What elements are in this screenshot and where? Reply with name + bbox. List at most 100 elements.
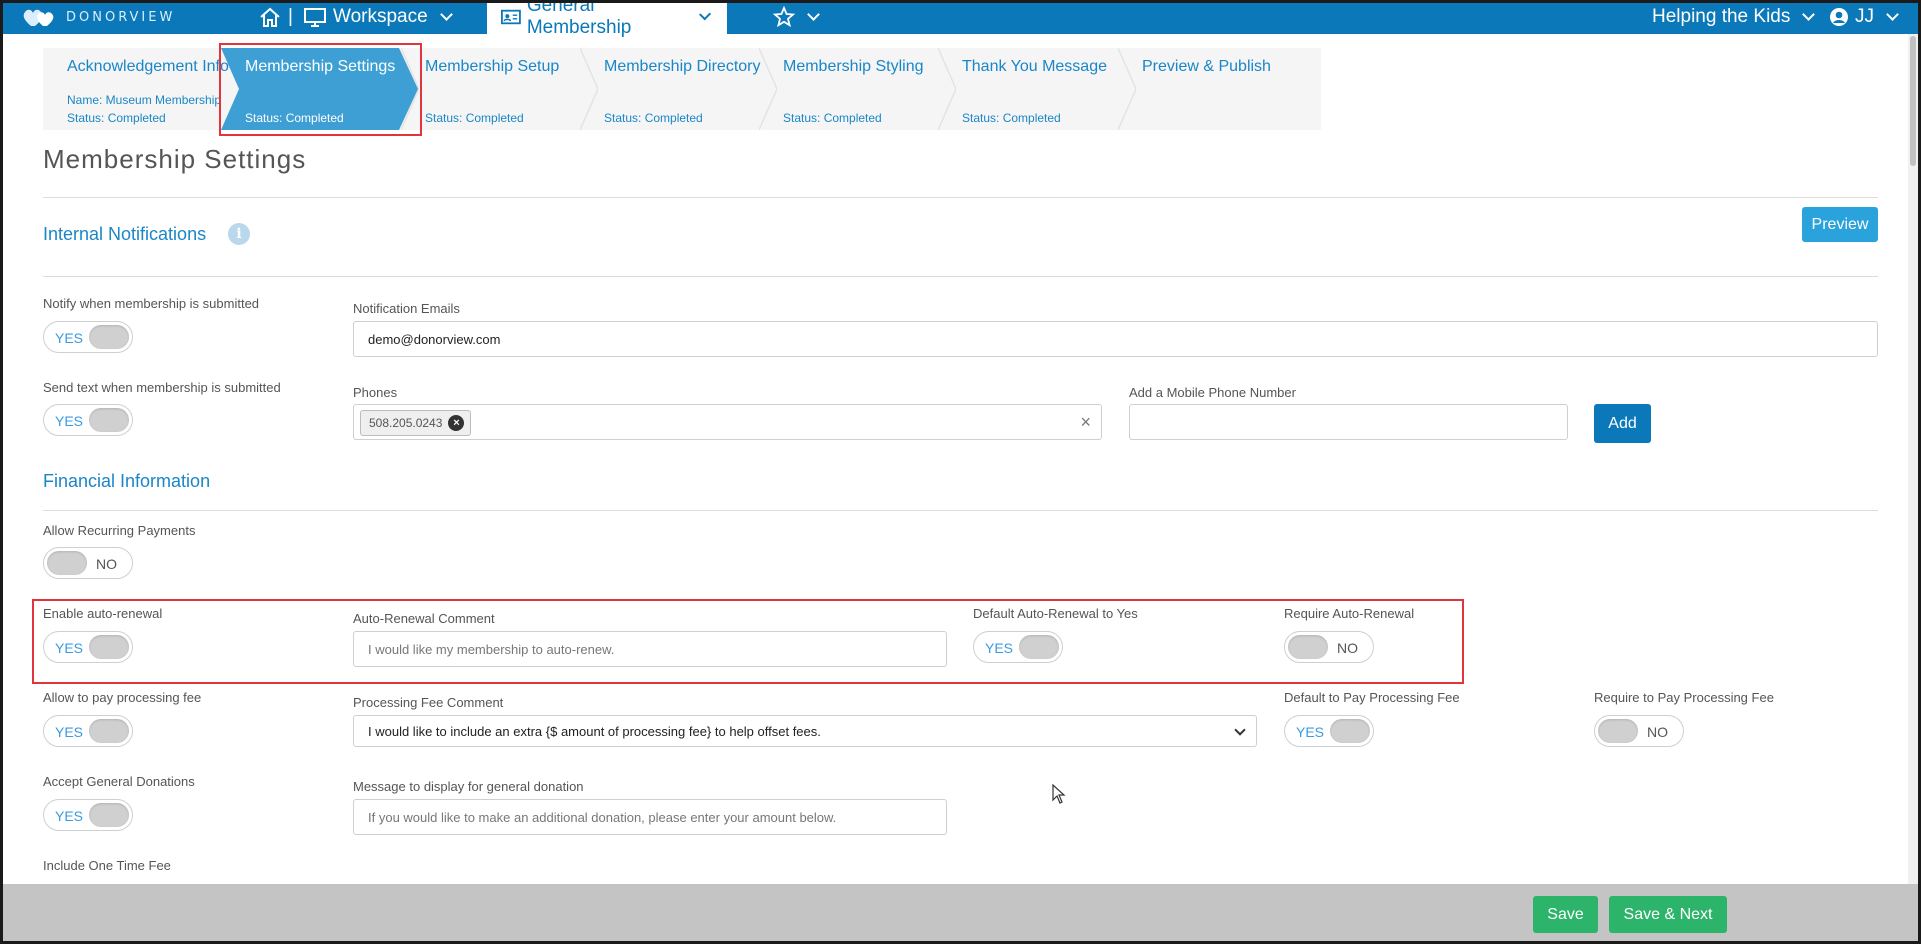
divider [43,510,1878,511]
default-auto-renewal-toggle[interactable]: YES [973,631,1063,663]
auto-renewal-comment-input[interactable]: I would like my membership to auto-renew… [353,631,947,667]
toggle-state-text: YES [55,724,84,740]
toggle-knob [89,408,129,432]
chevron-down-icon [439,8,453,21]
toggle-state-text: YES [55,330,84,346]
workspace-menu[interactable]: Workspace [303,0,455,34]
highlight-box-active-step [219,43,422,136]
processing-fee-label: Allow to pay processing fee [43,690,202,705]
clear-icon[interactable]: × [1080,412,1091,433]
toggle-knob [1598,719,1638,743]
mobile-phone-label: Add a Mobile Phone Number [1129,385,1296,400]
chevron-down-icon [1234,724,1246,736]
step-membership-setup[interactable]: Membership Setup Status: Completed [401,48,581,130]
step-status: Status: Completed [425,111,524,125]
workspace-label: Workspace [333,6,428,27]
toggle-state-text: YES [55,808,84,824]
mobile-phone-input[interactable] [1129,404,1568,440]
home-icon [260,7,280,27]
monitor-icon [304,8,326,27]
phones-input[interactable]: 508.205.0243 × × [353,404,1102,440]
id-card-icon [501,9,521,25]
star-icon [773,6,795,28]
step-membership-directory[interactable]: Membership Directory Status: Completed [580,48,760,130]
donorview-logo[interactable]: DONORVIEW [22,6,175,28]
send-text-label: Send text when membership is submitted [43,380,281,395]
notify-submitted-toggle[interactable]: YES [43,321,133,353]
step-status: Status: Completed [783,111,882,125]
default-processing-fee-label: Default to Pay Processing Fee [1284,690,1460,705]
auto-renewal-toggle[interactable]: YES [43,631,133,663]
auto-renewal-comment-label: Auto-Renewal Comment [353,611,495,626]
page-scrollbar[interactable] [1908,34,1918,884]
auto-renewal-label: Enable auto-renewal [43,606,163,621]
home-button[interactable]: | [258,0,293,34]
scrollbar-thumb[interactable] [1910,36,1916,166]
divider [43,276,1878,277]
require-processing-fee-toggle[interactable]: NO [1594,715,1684,747]
page-title: Membership Settings [43,144,307,174]
phones-label: Phones [353,385,398,400]
add-phone-button[interactable]: Add [1594,404,1651,443]
notification-emails-label: Notification Emails [353,301,460,316]
window-frame [0,0,1921,944]
organization-menu[interactable]: Helping the Kids [1652,0,1817,34]
home-separator: | [288,6,293,27]
user-menu[interactable]: JJ [1829,0,1901,34]
step-name: Name: Museum Membership [67,93,222,107]
toggle-state-text: NO [1647,724,1668,740]
recurring-payments-toggle[interactable]: NO [43,547,133,579]
step-divider [759,48,777,130]
step-divider [1118,48,1136,130]
toggle-knob [1019,635,1059,659]
financial-information-title: Financial Information [43,471,211,491]
notify-submitted-label: Notify when membership is submitted [43,296,260,311]
mouse-cursor-icon [1052,784,1066,804]
step-membership-styling[interactable]: Membership Styling Status: Completed [759,48,939,130]
preview-button[interactable]: Preview [1802,207,1878,242]
one-time-fee-label: Include One Time Fee [43,858,171,873]
phone-chip-number: 508.205.0243 [369,416,443,430]
logo-text: DONORVIEW [66,9,176,25]
step-status: Status: Completed [604,111,703,125]
require-auto-renewal-toggle[interactable]: NO [1284,631,1374,663]
processing-fee-toggle[interactable]: YES [43,715,133,747]
toggle-knob [89,325,129,349]
favorites-menu[interactable] [773,0,822,34]
divider [43,197,1878,198]
toggle-state-text: YES [985,640,1014,656]
toggle-state-text: YES [55,640,84,656]
chevron-down-icon [698,8,711,21]
notification-emails-input[interactable]: demo@donorview.com [353,321,1878,357]
toggle-knob [89,635,129,659]
info-icon[interactable]: i [228,223,250,245]
remove-chip-icon[interactable]: × [448,415,465,431]
toggle-knob [89,719,129,743]
general-membership-menu[interactable]: General Membership [487,0,727,38]
send-text-toggle[interactable]: YES [43,404,133,436]
organization-label: Helping the Kids [1652,6,1791,27]
logo-hearts-icon [23,9,54,26]
step-preview-publish[interactable]: Preview & Publish [1118,48,1318,130]
step-title: Acknowledgement Info [67,58,229,75]
toggle-state-text: YES [1296,724,1325,740]
step-title: Membership Styling [783,58,924,75]
donation-message-input[interactable]: If you would like to make an additional … [353,799,947,835]
toggle-state-text: YES [55,413,84,429]
internal-notifications-title: Internal Notifications [43,224,207,244]
general-donations-toggle[interactable]: YES [43,799,133,831]
top-nav-bar: DONORVIEW | Workspace General Membership [0,0,1921,38]
toggle-knob [47,551,87,575]
step-acknowledgement-info[interactable]: Acknowledgement Info Name: Museum Member… [43,48,229,130]
step-thank-you-message[interactable]: Thank You Message Status: Completed [938,48,1118,130]
step-title: Preview & Publish [1142,58,1271,75]
processing-fee-comment-select[interactable]: I would like to include an extra {$ amou… [353,715,1257,747]
save-next-button[interactable]: Save & Next [1609,896,1727,933]
default-processing-fee-toggle[interactable]: YES [1284,715,1374,747]
require-auto-renewal-label: Require Auto-Renewal [1284,606,1415,621]
step-title: Thank You Message [962,58,1107,75]
require-processing-fee-label: Require to Pay Processing Fee [1594,690,1774,705]
toggle-knob [1288,635,1328,659]
save-button[interactable]: Save [1533,896,1598,933]
chevron-down-icon [807,8,820,21]
